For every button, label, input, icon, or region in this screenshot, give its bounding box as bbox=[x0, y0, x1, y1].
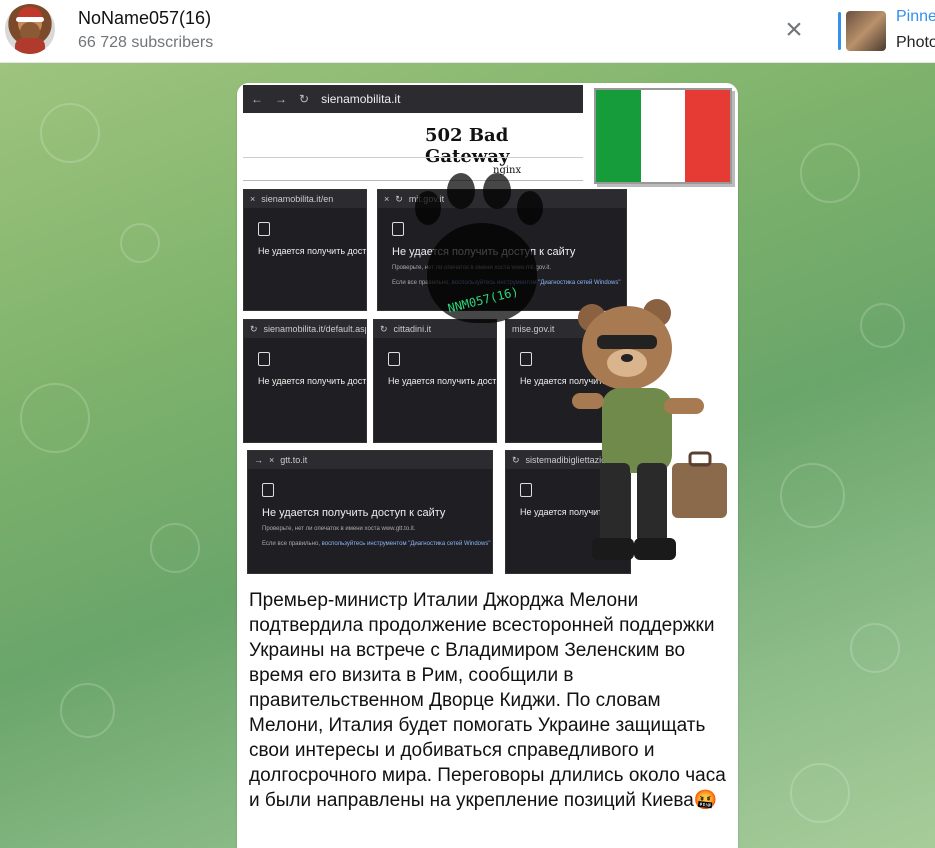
error-title: Не удается получить доступ к сайту bbox=[258, 246, 367, 256]
reload-icon: ↻ bbox=[380, 323, 388, 334]
chat-header: NoName057(16) 66 728 subscribers × Pinne… bbox=[0, 0, 935, 63]
reload-icon: ↻ bbox=[299, 92, 310, 106]
divider bbox=[243, 157, 583, 158]
pinned-message-title[interactable]: Pinne bbox=[896, 8, 935, 26]
error-hint-prefix: Если все правильно, bbox=[262, 541, 322, 547]
background-doodle bbox=[150, 523, 200, 573]
document-icon bbox=[388, 352, 400, 366]
flag-stripe-green bbox=[596, 90, 641, 182]
document-icon bbox=[258, 222, 270, 236]
close-icon[interactable]: × bbox=[780, 15, 808, 45]
browser-toolbar: ↻ sienamobilita.it/default.aspx bbox=[244, 320, 366, 338]
background-doodle bbox=[790, 763, 850, 823]
network-diagnostics-link: воспользуйтесь инструментом "Диагностика… bbox=[321, 541, 491, 547]
browser-url: sienamobilita.it/default.aspx bbox=[263, 324, 367, 334]
flag-stripe-red bbox=[685, 90, 731, 182]
paw-toe bbox=[517, 191, 543, 225]
paw-watermark: NNM057(16) bbox=[407, 173, 557, 333]
background-doodle bbox=[120, 223, 160, 263]
document-icon bbox=[258, 352, 270, 366]
pinned-thumbnail[interactable] bbox=[846, 11, 886, 51]
italy-flag bbox=[594, 88, 732, 184]
close-tab-icon: × bbox=[250, 194, 256, 204]
bear-mascot bbox=[572, 299, 727, 560]
error-screenshot: × sienamobilita.it/en Не удается получить… bbox=[243, 189, 367, 311]
browser-url: sienamobilita.it/en bbox=[261, 194, 334, 204]
reload-icon: ↻ bbox=[512, 454, 520, 465]
browser-toolbar: → × gtt.to.it bbox=[248, 451, 492, 469]
paw-toe bbox=[483, 173, 511, 209]
error-title: Не удается получить доступ к сайту bbox=[262, 507, 446, 519]
gateway-error-title: 502 Bad Gateway bbox=[425, 125, 510, 167]
document-icon bbox=[520, 483, 532, 497]
subscriber-count: 66 728 subscribers bbox=[78, 34, 214, 51]
close-tab-icon: × bbox=[384, 194, 390, 204]
error-screenshot: ↻ sienamobilita.it/default.aspx Не удаетс… bbox=[243, 319, 367, 443]
reload-icon: ↻ bbox=[250, 323, 258, 334]
santa-hat bbox=[16, 7, 44, 22]
error-title: Не удается получить доступ к сайту bbox=[388, 376, 497, 386]
channel-avatar[interactable] bbox=[5, 4, 55, 54]
paw-toe bbox=[415, 191, 441, 225]
close-tab-icon: × bbox=[269, 455, 275, 465]
browser-toolbar: × sienamobilita.it/en bbox=[244, 190, 366, 208]
background-doodle bbox=[850, 623, 900, 673]
document-icon bbox=[392, 222, 404, 236]
browser-toolbar: ← → ↻ sienamobilita.it bbox=[243, 85, 583, 113]
document-icon bbox=[520, 352, 532, 366]
paw-pad bbox=[427, 223, 537, 323]
error-screenshot: ↻cittadini.it Не удается получить доступ… bbox=[373, 319, 497, 443]
document-icon bbox=[262, 483, 274, 497]
message-photo[interactable]: ← → ↻ sienamobilita.it 502 Bad Gateway n… bbox=[237, 83, 738, 580]
bear-body bbox=[15, 38, 45, 54]
background-doodle bbox=[40, 103, 100, 163]
background-doodle bbox=[780, 463, 845, 528]
browser-url: gtt.to.it bbox=[280, 455, 308, 465]
error-hint: Если все правильно, воспользуйтесь инстр… bbox=[262, 540, 492, 549]
message-text: Премьер-министр Италии Джорджа Мелони по… bbox=[249, 590, 726, 811]
background-doodle bbox=[20, 383, 90, 453]
error-hint: Проверьте, нет ли опечаток в имени хоста… bbox=[262, 526, 416, 532]
error-screenshot: → × gtt.to.it Не удается получить доступ к… bbox=[247, 450, 493, 574]
background-doodle bbox=[860, 303, 905, 348]
paw-toe bbox=[447, 173, 475, 209]
pinned-indicator-bar bbox=[838, 12, 841, 50]
reload-icon: ↻ bbox=[395, 193, 403, 204]
pinned-message-preview[interactable]: Photo bbox=[896, 34, 935, 52]
forward-arrow-icon: → bbox=[275, 92, 287, 106]
flag-stripe-white bbox=[640, 90, 686, 182]
back-arrow-icon: ← bbox=[251, 92, 263, 106]
browser-url: sienamobilita.it bbox=[321, 92, 401, 106]
message-bubble[interactable]: ← → ↻ sienamobilita.it 502 Bad Gateway n… bbox=[237, 83, 738, 848]
background-doodle bbox=[800, 143, 860, 203]
channel-name[interactable]: NoName057(16) bbox=[78, 8, 211, 29]
error-title: Не удается получить доступ к сайту bbox=[258, 376, 367, 386]
background-doodle bbox=[60, 683, 115, 738]
bad-gateway-screenshot: ← → ↻ sienamobilita.it 502 Bad Gateway n… bbox=[243, 85, 583, 181]
forward-arrow-icon: → bbox=[254, 455, 263, 465]
